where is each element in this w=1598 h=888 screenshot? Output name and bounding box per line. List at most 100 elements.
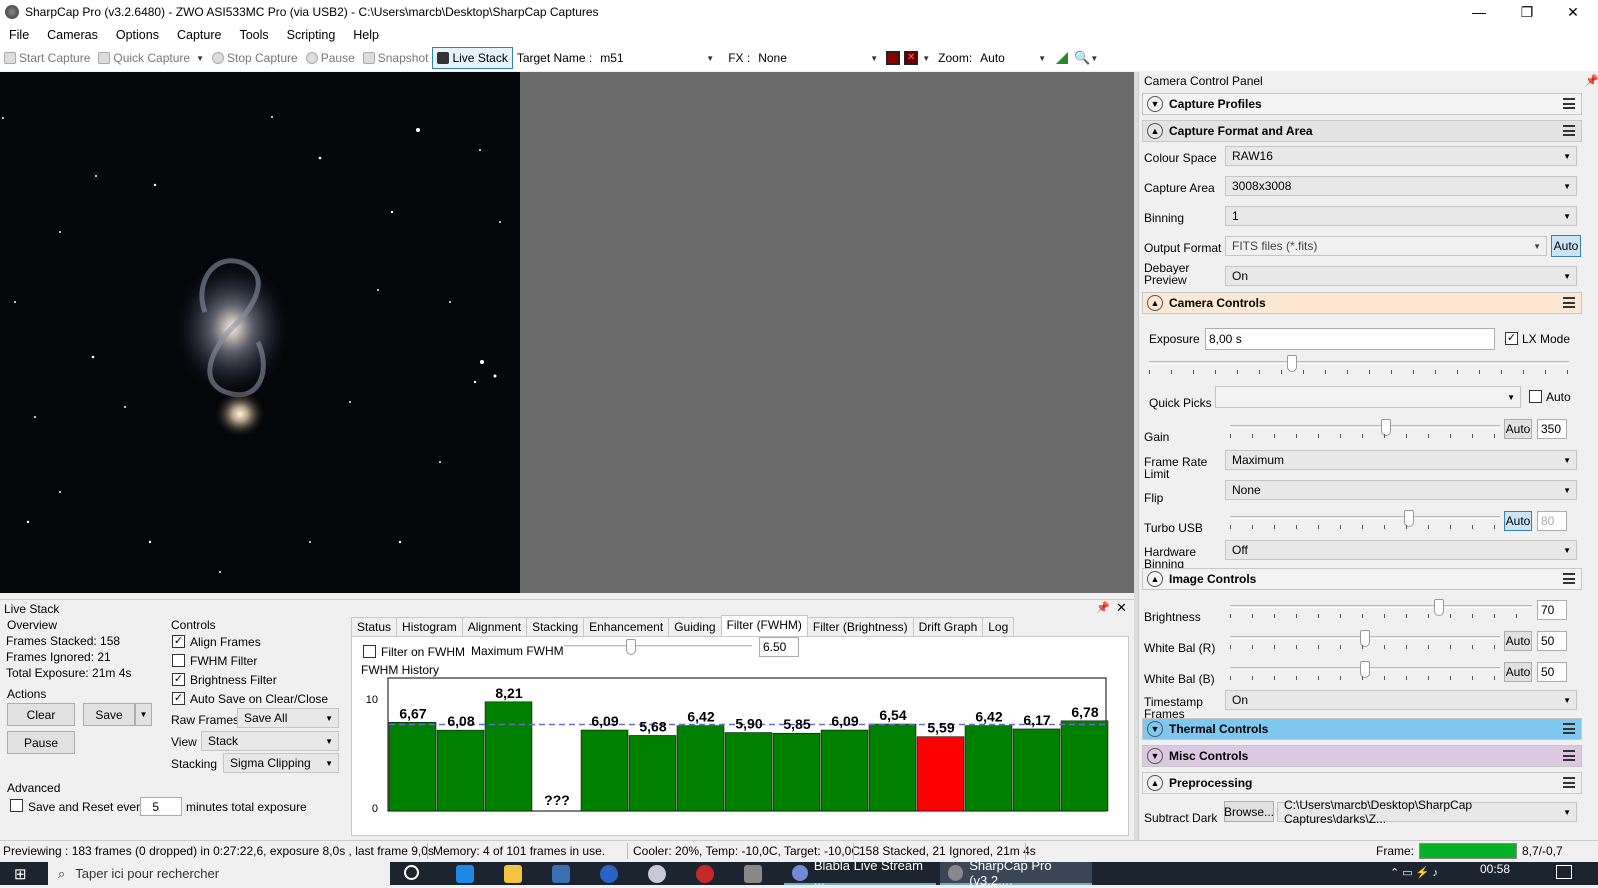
chevron-down-icon[interactable]: ▼	[196, 54, 204, 63]
minimize-button[interactable]: —	[1456, 0, 1502, 24]
tray-icons[interactable]: ⌃ ▭ ⚡ ♪	[1390, 866, 1438, 879]
menu-tools[interactable]: Tools	[230, 28, 277, 42]
section-image-controls[interactable]: ▲ Image Controls	[1142, 568, 1582, 590]
menu-file[interactable]: File	[0, 28, 38, 42]
save-button[interactable]: Save	[83, 703, 135, 726]
tab-filter-brightness[interactable]: Filter (Brightness)	[806, 617, 914, 636]
clear-button[interactable]: Clear	[7, 703, 75, 726]
app-icon-gear[interactable]	[744, 865, 762, 883]
raw-frames-dropdown[interactable]: Save All ▼	[237, 708, 339, 728]
windows-start-icon[interactable]: ⊞	[14, 865, 27, 883]
save-dropdown-button[interactable]: ▼	[135, 703, 152, 726]
exposure-input[interactable]: 8,00 s	[1205, 328, 1495, 350]
max-fwhm-slider[interactable]	[564, 639, 752, 659]
max-fwhm-input[interactable]: 6.50	[759, 637, 799, 657]
quick-picks-auto-checkbox[interactable]	[1529, 390, 1542, 403]
taskbar-sharpcap[interactable]: SharpCap Pro (v3.2....	[940, 858, 1092, 888]
menu-icon[interactable]	[1563, 125, 1575, 136]
cross-grid-icon[interactable]: ✕	[904, 51, 919, 65]
tab-status[interactable]: Status	[351, 617, 398, 636]
edge-icon[interactable]	[456, 865, 474, 883]
white-bal-r-slider[interactable]	[1230, 630, 1500, 650]
wb-b-input[interactable]: 50	[1537, 662, 1567, 682]
timestamp-dropdown[interactable]: On ▼	[1225, 690, 1577, 710]
section-misc-controls[interactable]: ▼ Misc Controls	[1142, 745, 1582, 767]
app-icon-red[interactable]	[696, 865, 714, 883]
brightness-filter-checkbox[interactable]: ✓	[172, 673, 185, 686]
wb-r-auto-button[interactable]: Auto	[1504, 631, 1532, 651]
turbo-usb-input[interactable]: 80	[1537, 511, 1567, 531]
menu-help[interactable]: Help	[344, 28, 388, 42]
flip-dropdown[interactable]: None ▼	[1225, 480, 1577, 500]
menu-icon[interactable]	[1563, 777, 1575, 788]
lx-mode-checkbox[interactable]: ✓	[1505, 332, 1518, 345]
output-format-dropdown[interactable]: FITS files (*.fits) ▼	[1225, 236, 1547, 256]
zoom-combo[interactable]: Auto ▼	[976, 48, 1050, 68]
menu-icon[interactable]	[1563, 297, 1575, 308]
tab-log[interactable]: Log	[982, 617, 1015, 636]
live-stack-button[interactable]: Live Stack	[432, 47, 513, 69]
section-preprocessing[interactable]: ▲ Preprocessing	[1142, 772, 1582, 794]
binning-dropdown[interactable]: 1 ▼	[1225, 206, 1577, 226]
menu-cameras[interactable]: Cameras	[38, 28, 107, 42]
menu-scripting[interactable]: Scripting	[278, 28, 345, 42]
minutes-stepper[interactable]: 5	[140, 797, 182, 816]
gain-auto-button[interactable]: Auto	[1504, 419, 1532, 439]
debayer-preview-dropdown[interactable]: On ▼	[1225, 266, 1577, 286]
quick-capture-button[interactable]: Quick Capture ▼	[94, 47, 208, 69]
pin-icon[interactable]: 📌	[1585, 75, 1598, 87]
brightness-input[interactable]: 70	[1537, 600, 1567, 620]
wb-r-input[interactable]: 50	[1537, 631, 1567, 651]
histogram-icon[interactable]	[1056, 52, 1069, 64]
fwhm-filter-checkbox[interactable]	[172, 654, 185, 667]
menu-icon[interactable]	[1563, 98, 1575, 109]
start-capture-button[interactable]: Start Capture	[0, 47, 94, 69]
menu-icon[interactable]	[1563, 573, 1575, 584]
turbo-usb-auto-button[interactable]: Auto	[1504, 511, 1532, 531]
hw-binning-dropdown[interactable]: Off ▼	[1225, 540, 1577, 560]
task-view-icon[interactable]	[404, 865, 419, 880]
filter-on-fwhm-checkbox[interactable]	[363, 645, 376, 658]
fx-combo[interactable]: None ▼	[754, 48, 882, 68]
exposure-slider[interactable]	[1149, 355, 1569, 375]
section-camera-controls[interactable]: ▲ Camera Controls	[1142, 292, 1582, 314]
maximize-button[interactable]: ❐	[1504, 0, 1550, 24]
pin-icon[interactable]: 📌	[1096, 601, 1110, 614]
snapshot-button[interactable]: Snapshot	[359, 47, 433, 69]
notification-icon[interactable]	[1556, 865, 1572, 879]
pause-button[interactable]: Pause	[302, 47, 359, 69]
app-icon-astro[interactable]	[648, 865, 666, 883]
brightness-slider[interactable]	[1230, 599, 1532, 619]
zoom-icon[interactable]: 🔍	[1074, 50, 1090, 66]
app-icon-ccleaner[interactable]	[600, 865, 618, 883]
frame-rate-dropdown[interactable]: Maximum ▼	[1225, 450, 1577, 470]
capture-area-dropdown[interactable]: 3008x3008 ▼	[1225, 176, 1577, 196]
menu-icon[interactable]	[1563, 750, 1575, 761]
gain-slider[interactable]	[1230, 419, 1500, 439]
auto-save-checkbox[interactable]: ✓	[172, 692, 185, 705]
section-capture-format[interactable]: ▲ Capture Format and Area	[1142, 120, 1582, 142]
tab-enhancement[interactable]: Enhancement	[583, 617, 670, 636]
tab-drift-graph[interactable]: Drift Graph	[912, 617, 984, 636]
tab-stacking[interactable]: Stacking	[526, 617, 585, 636]
target-name-combo[interactable]: m51 ▼	[596, 48, 718, 68]
chevron-down-icon[interactable]: ▼	[922, 54, 930, 63]
app-icon-stellarium[interactable]	[552, 865, 570, 883]
camera-preview-image[interactable]	[0, 72, 520, 593]
color-picker-icon[interactable]	[886, 51, 901, 65]
menu-icon[interactable]	[1563, 723, 1575, 734]
quick-picks-dropdown[interactable]: ▼	[1215, 386, 1521, 408]
pause-stack-button[interactable]: Pause	[7, 731, 75, 754]
tab-alignment[interactable]: Alignment	[461, 617, 528, 636]
close-icon[interactable]: ✕	[1116, 600, 1127, 616]
tab-histogram[interactable]: Histogram	[396, 617, 463, 636]
section-thermal-controls[interactable]: ▼ Thermal Controls	[1142, 718, 1582, 740]
align-frames-checkbox[interactable]: ✓	[172, 635, 185, 648]
colour-space-dropdown[interactable]: RAW16 ▼	[1225, 146, 1577, 166]
subtract-dark-dropdown[interactable]: C:\Users\marcb\Desktop\SharpCap Captures…	[1277, 798, 1577, 826]
view-dropdown[interactable]: Stack ▼	[201, 731, 339, 751]
section-capture-profiles[interactable]: ▼ Capture Profiles	[1142, 93, 1582, 115]
menu-capture[interactable]: Capture	[168, 28, 230, 42]
gain-input[interactable]: 350	[1537, 419, 1567, 439]
file-explorer-icon[interactable]	[504, 865, 522, 883]
